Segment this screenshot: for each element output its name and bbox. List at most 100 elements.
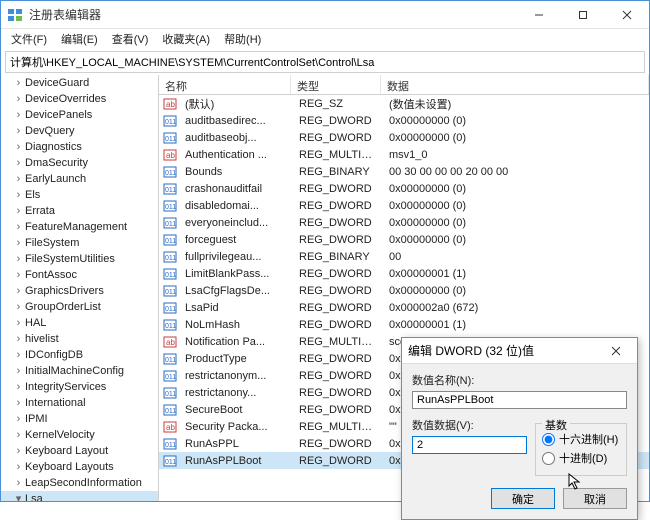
chevron-right-icon: › xyxy=(13,140,24,154)
chevron-right-icon: › xyxy=(13,284,24,298)
tree-item[interactable]: ›IDConfigDB xyxy=(1,347,158,363)
close-button[interactable] xyxy=(605,1,649,29)
value-data-field[interactable] xyxy=(412,436,527,454)
cancel-button[interactable]: 取消 xyxy=(563,488,627,509)
value-row[interactable]: 011LimitBlankPass...REG_DWORD0x00000001 … xyxy=(159,265,649,282)
tree-item[interactable]: ›Errata xyxy=(1,203,158,219)
tree-item[interactable]: ▾Lsa xyxy=(1,491,158,501)
menu-file[interactable]: 文件(F) xyxy=(5,29,53,49)
tree-item[interactable]: ›DmaSecurity xyxy=(1,155,158,171)
tree-item[interactable]: ›Keyboard Layout xyxy=(1,443,158,459)
value-type: REG_DWORD xyxy=(293,353,383,365)
tree-item[interactable]: ›GraphicsDrivers xyxy=(1,283,158,299)
value-row[interactable]: 011auditbasedirec...REG_DWORD0x00000000 … xyxy=(159,112,649,129)
value-row[interactable]: 011LsaPidREG_DWORD0x000002a0 (672) xyxy=(159,299,649,316)
maximize-button[interactable] xyxy=(561,1,605,29)
radio-hex-input[interactable] xyxy=(542,433,555,446)
tree-item-label: DevQuery xyxy=(25,125,75,137)
value-type: REG_DWORD xyxy=(293,268,383,280)
value-name: LimitBlankPass... xyxy=(179,268,293,280)
main-area: ›DeviceGuard›DeviceOverrides›DevicePanel… xyxy=(1,75,649,501)
value-name: forceguest xyxy=(179,234,293,246)
tree-item[interactable]: ›InitialMachineConfig xyxy=(1,363,158,379)
menu-favorites[interactable]: 收藏夹(A) xyxy=(156,29,216,49)
value-row[interactable]: 011LsaCfgFlagsDe...REG_DWORD0x00000000 (… xyxy=(159,282,649,299)
menu-help[interactable]: 帮助(H) xyxy=(218,29,267,49)
value-row[interactable]: 011everyoneinclud...REG_DWORD0x00000000 … xyxy=(159,214,649,231)
tree-pane[interactable]: ›DeviceGuard›DeviceOverrides›DevicePanel… xyxy=(1,75,159,501)
radio-hex[interactable]: 十六进制(H) xyxy=(542,431,620,447)
tree-item[interactable]: ›Els xyxy=(1,187,158,203)
chevron-right-icon: › xyxy=(13,220,24,234)
tree-item-label: Diagnostics xyxy=(25,141,82,153)
tree-item-label: KernelVelocity xyxy=(25,429,95,441)
svg-text:011: 011 xyxy=(165,306,176,313)
tree-item[interactable]: ›IntegrityServices xyxy=(1,379,158,395)
base-group: 基数 十六进制(H) 十进制(D) xyxy=(535,423,627,476)
radio-dec-input[interactable] xyxy=(542,452,555,465)
tree-item[interactable]: ›FileSystem xyxy=(1,235,158,251)
tree-item-label: InitialMachineConfig xyxy=(25,365,124,377)
column-type[interactable]: 类型 xyxy=(291,75,381,94)
value-name: restrictanonym... xyxy=(179,370,293,382)
menu-view[interactable]: 查看(V) xyxy=(106,29,155,49)
tree-item[interactable]: ›EarlyLaunch xyxy=(1,171,158,187)
ok-button[interactable]: 确定 xyxy=(491,488,555,509)
value-row[interactable]: 011NoLmHashREG_DWORD0x00000001 (1) xyxy=(159,316,649,333)
tree-item[interactable]: ›GroupOrderList xyxy=(1,299,158,315)
value-row[interactable]: ab(默认)REG_SZ(数值未设置) xyxy=(159,95,649,112)
value-row[interactable]: 011crashonauditfailREG_DWORD0x00000000 (… xyxy=(159,180,649,197)
tree-item[interactable]: ›hivelist xyxy=(1,331,158,347)
tree-item[interactable]: ›DevQuery xyxy=(1,123,158,139)
binary-value-icon: 011 xyxy=(163,233,177,247)
address-bar[interactable]: 计算机\HKEY_LOCAL_MACHINE\SYSTEM\CurrentCon… xyxy=(5,51,645,73)
value-name-field[interactable] xyxy=(412,391,627,409)
chevron-right-icon: › xyxy=(13,348,24,362)
value-row[interactable]: 011BoundsREG_BINARY00 30 00 00 00 20 00 … xyxy=(159,163,649,180)
value-row[interactable]: 011auditbaseobj...REG_DWORD0x00000000 (0… xyxy=(159,129,649,146)
tree-item[interactable]: ›DevicePanels xyxy=(1,107,158,123)
svg-text:011: 011 xyxy=(165,323,176,330)
tree-item[interactable]: ›International xyxy=(1,395,158,411)
value-name: LsaPid xyxy=(179,302,293,314)
value-name: NoLmHash xyxy=(179,319,293,331)
svg-text:011: 011 xyxy=(165,459,176,466)
binary-value-icon: 011 xyxy=(163,165,177,179)
column-name[interactable]: 名称 xyxy=(159,75,291,94)
value-data: (数值未设置) xyxy=(383,96,649,112)
minimize-button[interactable] xyxy=(517,1,561,29)
dialog-close-button[interactable] xyxy=(601,339,631,363)
value-row[interactable]: 011forceguestREG_DWORD0x00000000 (0) xyxy=(159,231,649,248)
chevron-right-icon: › xyxy=(13,236,24,250)
value-type: REG_SZ xyxy=(293,98,383,110)
tree-item[interactable]: ›KernelVelocity xyxy=(1,427,158,443)
tree-item[interactable]: ›DeviceGuard xyxy=(1,75,158,91)
value-row[interactable]: 011fullprivilegeau...REG_BINARY00 xyxy=(159,248,649,265)
tree-item[interactable]: ›IPMI xyxy=(1,411,158,427)
chevron-down-icon: ▾ xyxy=(13,492,24,501)
tree-item-label: Els xyxy=(25,189,40,201)
tree-item[interactable]: ›FontAssoc xyxy=(1,267,158,283)
tree-item[interactable]: ›FileSystemUtilities xyxy=(1,251,158,267)
tree-item[interactable]: ›DeviceOverrides xyxy=(1,91,158,107)
menu-edit[interactable]: 编辑(E) xyxy=(55,29,104,49)
tree-item[interactable]: ›HAL xyxy=(1,315,158,331)
value-data-label: 数值数据(V): xyxy=(412,417,527,433)
value-row[interactable]: 011disabledomai...REG_DWORD0x00000000 (0… xyxy=(159,197,649,214)
tree-item-label: Keyboard Layout xyxy=(25,445,108,457)
dialog-titlebar[interactable]: 编辑 DWORD (32 位)值 xyxy=(402,338,637,364)
tree-item-label: DmaSecurity xyxy=(25,157,88,169)
tree-item[interactable]: ›Keyboard Layouts xyxy=(1,459,158,475)
chevron-right-icon: › xyxy=(13,92,24,106)
value-data: 0x00000001 (1) xyxy=(383,268,649,280)
tree-item[interactable]: ›Diagnostics xyxy=(1,139,158,155)
svg-text:011: 011 xyxy=(165,374,176,381)
value-type: REG_DWORD xyxy=(293,183,383,195)
column-data[interactable]: 数据 xyxy=(381,75,649,94)
value-name: crashonauditfail xyxy=(179,183,293,195)
value-row[interactable]: abAuthentication ...REG_MULTI_SZmsv1_0 xyxy=(159,146,649,163)
tree-item[interactable]: ›FeatureManagement xyxy=(1,219,158,235)
tree-item[interactable]: ›LeapSecondInformation xyxy=(1,475,158,491)
tree-item-label: DevicePanels xyxy=(25,109,92,121)
radio-dec[interactable]: 十进制(D) xyxy=(542,450,620,466)
